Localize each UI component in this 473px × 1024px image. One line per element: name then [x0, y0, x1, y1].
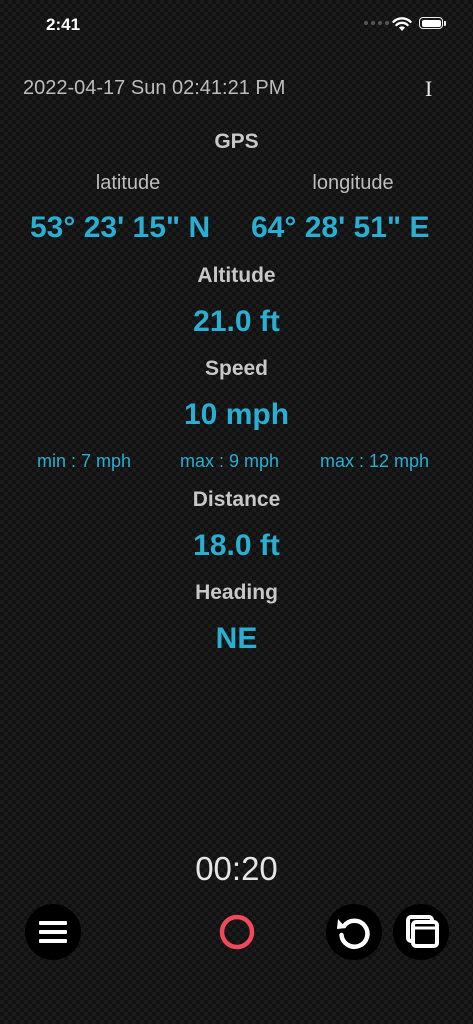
altitude-value: 21.0 ft — [193, 305, 280, 338]
gps-title: GPS — [214, 130, 259, 153]
latitude-label: latitude — [95, 172, 161, 194]
menu-icon — [39, 921, 67, 943]
distance-value: 18.0 ft — [193, 529, 280, 562]
status-time: 2:41 — [46, 15, 81, 34]
speed-max: max : 9 mph — [180, 451, 280, 471]
cellular-signal-icon — [364, 21, 389, 25]
current-datetime: 2022-04-17 Sun 02:41:21 PM — [23, 77, 286, 99]
wifi-icon — [392, 17, 412, 31]
heading-title: Heading — [195, 581, 278, 604]
battery-cap — [444, 21, 446, 26]
altitude-title: Altitude — [197, 264, 276, 287]
distance-title: Distance — [192, 488, 281, 511]
text-cursor-icon[interactable]: I — [425, 76, 432, 102]
elapsed-timer: 00:20 — [195, 850, 278, 887]
menu-button[interactable] — [25, 904, 81, 960]
longitude-value: 64° 28' 51" E — [251, 211, 430, 244]
status-bar: 2:41 — [0, 0, 473, 50]
longitude-label: longitude — [312, 172, 394, 194]
battery-icon — [419, 17, 443, 29]
speed-title: Speed — [204, 357, 269, 380]
latitude-value: 53° 23' 15" N — [30, 211, 211, 244]
windows-button[interactable] — [393, 904, 449, 960]
windows-icon — [406, 915, 439, 948]
reset-icon — [337, 918, 370, 949]
speed-min: min : 7 mph — [37, 451, 132, 471]
record-icon — [219, 914, 255, 950]
speed-max-overall: max : 12 mph — [320, 451, 430, 471]
speed-value: 10 mph — [183, 398, 290, 431]
heading-value: NE — [215, 622, 258, 655]
reset-button[interactable] — [326, 904, 382, 960]
record-button[interactable] — [209, 904, 265, 960]
